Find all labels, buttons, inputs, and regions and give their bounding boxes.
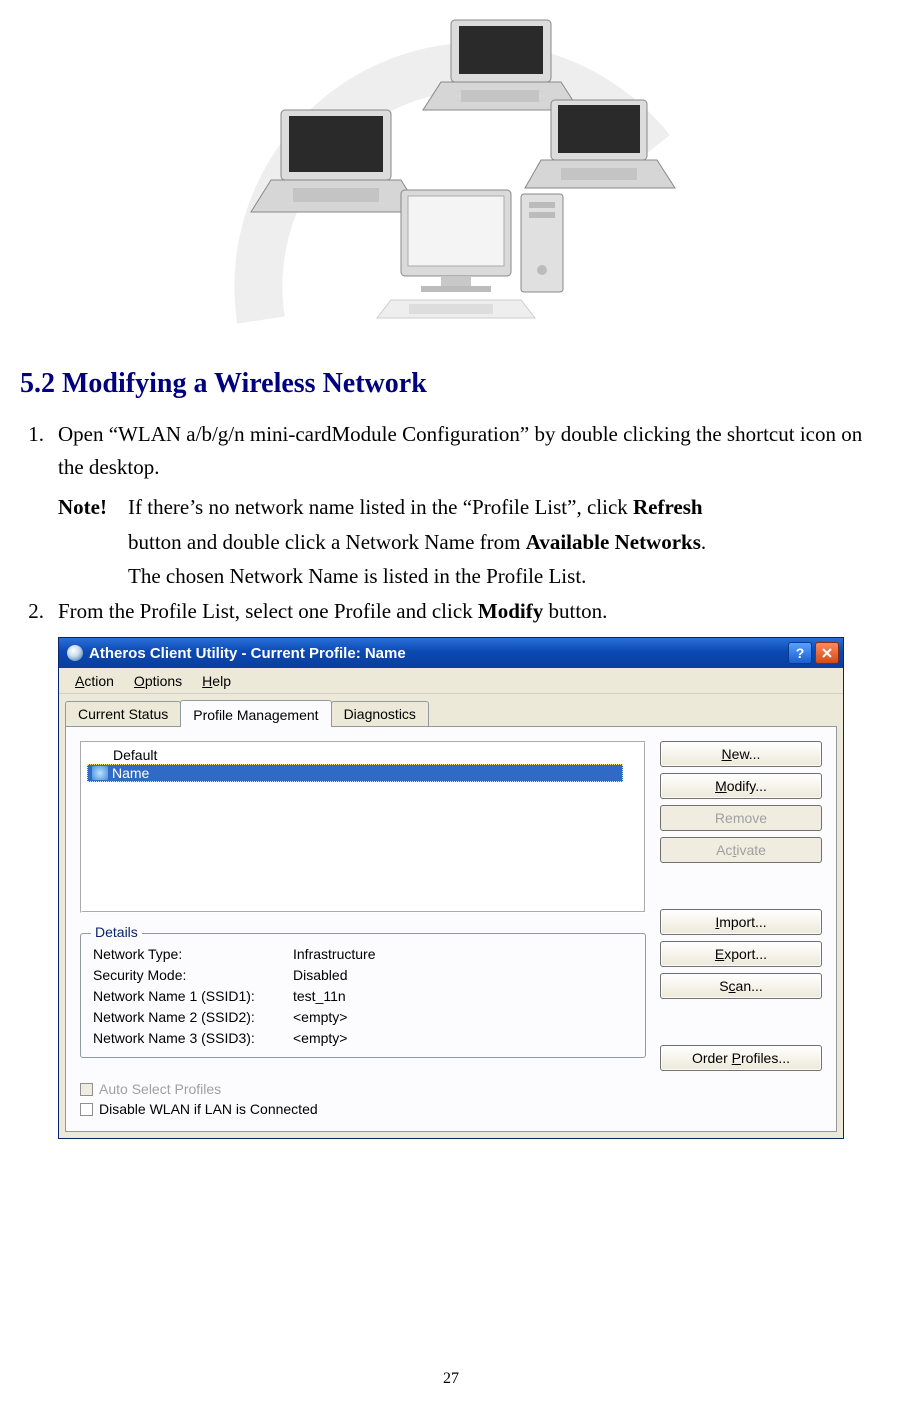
- note-pre: If there’s no network name listed in the…: [128, 495, 633, 519]
- remove-button: Remove: [660, 805, 822, 831]
- menubar: Action Options Help: [59, 668, 843, 694]
- step-number: 2.: [20, 595, 58, 628]
- note-line-2: button and double click a Network Name f…: [128, 526, 882, 559]
- step-1: 1. Open “WLAN a/b/g/n mini-cardModule Co…: [20, 418, 882, 483]
- detail-value: <empty>: [293, 1028, 633, 1049]
- scan-button[interactable]: Scan...: [660, 973, 822, 999]
- modify-button[interactable]: Modify...: [660, 773, 822, 799]
- note-text: If there’s no network name listed in the…: [128, 491, 882, 524]
- note-post: .: [701, 530, 706, 554]
- detail-label: Security Mode:: [93, 965, 293, 986]
- detail-row: Network Name 3 (SSID3): <empty>: [93, 1028, 633, 1049]
- detail-row: Network Name 1 (SSID1): test_11n: [93, 986, 633, 1007]
- detail-row: Network Type: Infrastructure: [93, 944, 633, 965]
- step-post: button.: [543, 599, 607, 623]
- check-label: Disable WLAN if LAN is Connected: [99, 1101, 318, 1117]
- note-line-3: The chosen Network Name is listed in the…: [128, 560, 882, 593]
- menu-options[interactable]: Options: [124, 671, 192, 691]
- check-label: Auto Select Profiles: [99, 1081, 221, 1097]
- note-pre: button and double click a Network Name f…: [128, 530, 526, 554]
- note-line-1: Note! If there’s no network name listed …: [58, 491, 882, 524]
- profile-item-default[interactable]: Default: [85, 746, 641, 764]
- computers-icon: [221, 10, 681, 330]
- detail-value: test_11n: [293, 986, 633, 1007]
- detail-value: Infrastructure: [293, 944, 633, 965]
- profile-item-selected[interactable]: Name: [87, 764, 623, 782]
- note-bold-refresh: Refresh: [633, 495, 703, 519]
- tab-diagnostics[interactable]: Diagnostics: [331, 701, 429, 726]
- activate-button: Activate: [660, 837, 822, 863]
- menu-help[interactable]: Help: [192, 671, 241, 691]
- app-window: Atheros Client Utility - Current Profile…: [58, 637, 844, 1139]
- note-bold-available: Available Networks: [526, 530, 701, 554]
- step-number: 1.: [20, 418, 58, 483]
- step-text: Open “WLAN a/b/g/n mini-cardModule Confi…: [58, 418, 882, 483]
- menu-label: ptions: [145, 673, 182, 689]
- disable-wlan-check[interactable]: Disable WLAN if LAN is Connected: [80, 1101, 822, 1117]
- order-profiles-button[interactable]: Order Profiles...: [660, 1045, 822, 1071]
- section-heading: 5.2 Modifying a Wireless Network: [20, 368, 882, 400]
- bottom-checks: Auto Select Profiles Disable WLAN if LAN…: [80, 1081, 822, 1117]
- close-button[interactable]: [815, 642, 839, 664]
- profile-icon: [92, 766, 108, 780]
- menu-label: elp: [212, 673, 231, 689]
- tab-profile-management[interactable]: Profile Management: [180, 700, 331, 727]
- page-number: 27: [0, 1370, 902, 1388]
- details-group: Details Network Type: Infrastructure Sec…: [80, 933, 646, 1058]
- detail-label: Network Name 2 (SSID2):: [93, 1007, 293, 1028]
- step-bold-modify: Modify: [478, 599, 543, 623]
- import-button[interactable]: Import...: [660, 909, 822, 935]
- tab-panel: Default Name Details Network Type: Infra…: [65, 726, 837, 1132]
- network-diagram: [20, 0, 882, 340]
- detail-value: Disabled: [293, 965, 633, 986]
- help-button[interactable]: ?: [788, 642, 812, 664]
- detail-label: Network Name 1 (SSID1):: [93, 986, 293, 1007]
- tab-current-status[interactable]: Current Status: [65, 701, 181, 726]
- profile-list[interactable]: Default Name: [80, 741, 646, 913]
- auto-select-check: Auto Select Profiles: [80, 1081, 822, 1097]
- tabs-row: Current Status Profile Management Diagno…: [59, 694, 843, 726]
- export-button[interactable]: Export...: [660, 941, 822, 967]
- menu-action[interactable]: Action: [65, 671, 124, 691]
- detail-row: Security Mode: Disabled: [93, 965, 633, 986]
- details-legend: Details: [91, 924, 142, 940]
- titlebar[interactable]: Atheros Client Utility - Current Profile…: [59, 638, 843, 668]
- step-pre: From the Profile List, select one Profil…: [58, 599, 478, 623]
- new-button[interactable]: New...: [660, 741, 822, 767]
- checkbox-icon[interactable]: [80, 1103, 93, 1116]
- app-icon: [67, 645, 83, 661]
- profile-label: Name: [112, 765, 149, 781]
- window-title: Atheros Client Utility - Current Profile…: [89, 645, 785, 662]
- detail-label: Network Type:: [93, 944, 293, 965]
- checkbox-icon: [80, 1083, 93, 1096]
- close-icon: [822, 648, 832, 658]
- menu-label: ction: [84, 673, 114, 689]
- detail-row: Network Name 2 (SSID2): <empty>: [93, 1007, 633, 1028]
- detail-label: Network Name 3 (SSID3):: [93, 1028, 293, 1049]
- step-2: 2. From the Profile List, select one Pro…: [20, 595, 882, 628]
- detail-value: <empty>: [293, 1007, 633, 1028]
- note-label: Note!: [58, 491, 128, 524]
- step-text: From the Profile List, select one Profil…: [58, 595, 882, 628]
